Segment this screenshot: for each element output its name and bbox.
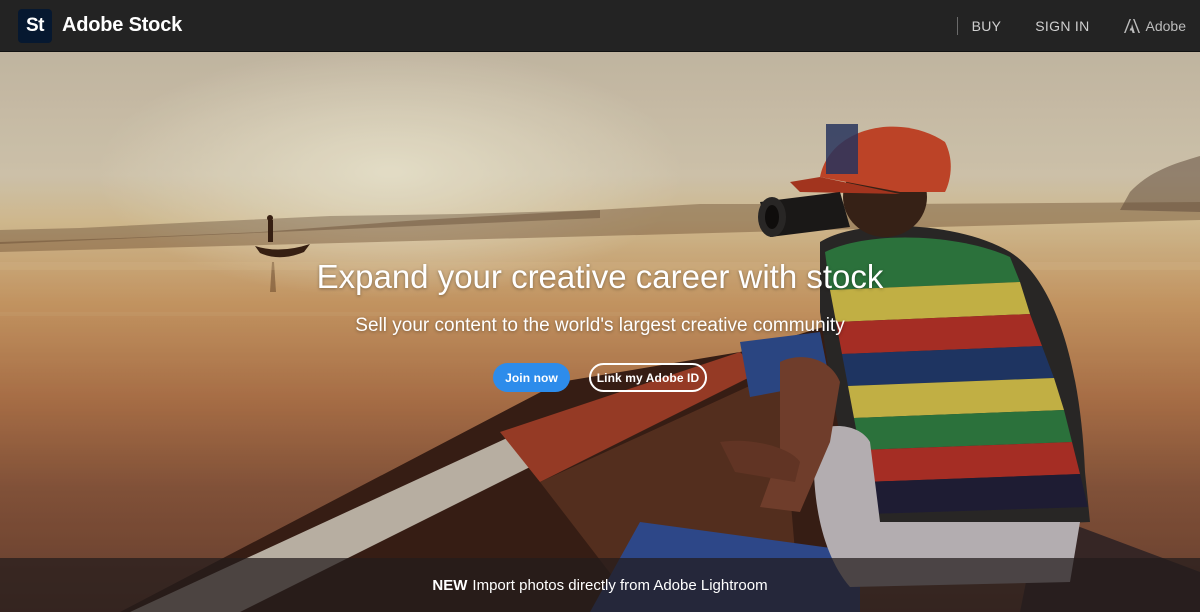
top-nav: St Adobe Stock BUY SIGN IN Adobe — [0, 0, 1200, 52]
link-adobe-id-button[interactable]: Link my Adobe ID — [589, 363, 707, 392]
hero-actions: Join now Link my Adobe ID — [0, 363, 1200, 392]
promo-banner[interactable]: NEW Import photos directly from Adobe Li… — [0, 558, 1200, 612]
promo-new-badge: NEW — [432, 576, 468, 594]
hero-section: Expand your creative career with stock S… — [0, 52, 1200, 612]
brand-name[interactable]: Adobe Stock — [62, 14, 182, 37]
adobe-logo-icon — [1123, 18, 1140, 33]
adobe-label: Adobe — [1145, 17, 1186, 34]
adobe-stock-logo-icon[interactable]: St — [18, 8, 52, 43]
hero-title: Expand your creative career with stock — [316, 258, 884, 295]
join-now-button[interactable]: Join now — [493, 363, 570, 392]
hero-content: Expand your creative career with stock S… — [0, 52, 1200, 612]
sign-in-link[interactable]: SIGN IN — [1035, 18, 1089, 34]
brand[interactable]: St Adobe Stock — [18, 8, 182, 43]
hero-subtitle: Sell your content to the world's largest… — [355, 315, 845, 336]
adobe-link[interactable]: Adobe — [1123, 17, 1186, 34]
promo-text: Import photos directly from Adobe Lightr… — [472, 576, 768, 594]
buy-link[interactable]: BUY — [972, 18, 1002, 34]
nav-right: BUY SIGN IN Adobe — [956, 0, 1200, 51]
nav-divider — [956, 16, 958, 35]
